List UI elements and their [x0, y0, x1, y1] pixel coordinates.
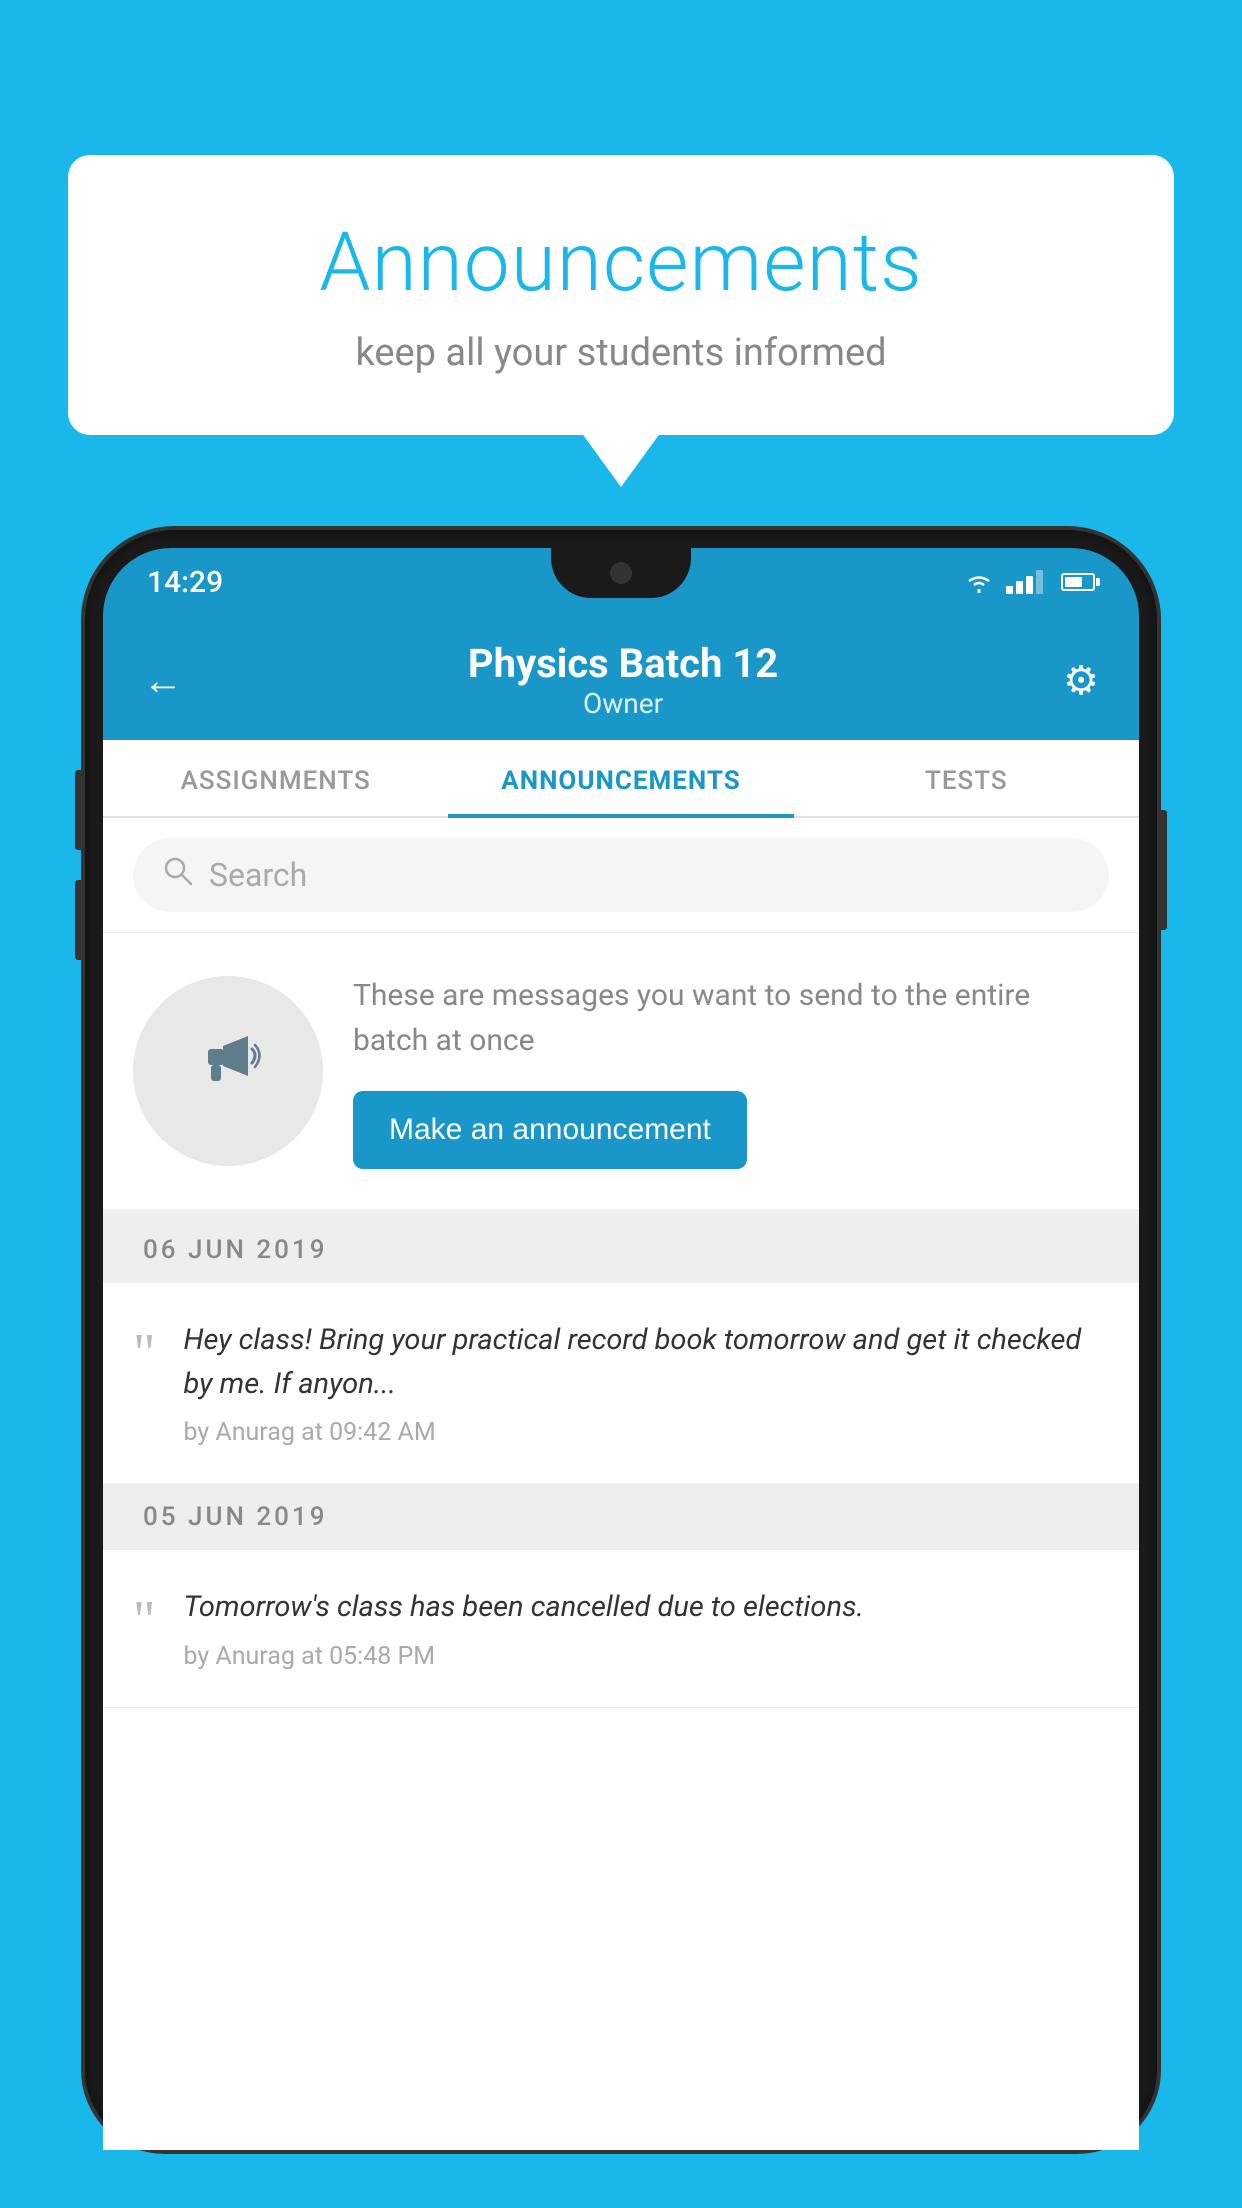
- signal-icon: [1006, 570, 1043, 594]
- header-title: Physics Batch 12: [468, 640, 778, 687]
- tabs-bar: ASSIGNMENTS ANNOUNCEMENTS TESTS: [103, 740, 1139, 818]
- app-header: ← Physics Batch 12 Owner ⚙: [103, 616, 1139, 740]
- message-content-1: Hey class! Bring your practical record b…: [183, 1319, 1109, 1447]
- battery-icon: [1061, 573, 1095, 591]
- quote-icon-1: ": [133, 1325, 155, 1380]
- announcement-right: These are messages you want to send to t…: [353, 973, 1109, 1169]
- camera-notch: [610, 562, 632, 584]
- settings-button[interactable]: ⚙: [1063, 657, 1099, 704]
- phone-mockup: 14:29: [85, 530, 1157, 2208]
- megaphone-circle: [133, 976, 323, 1166]
- make-announcement-button[interactable]: Make an announcement: [353, 1091, 747, 1169]
- tab-tests[interactable]: TESTS: [794, 740, 1139, 816]
- date-separator-1: 06 JUN 2019: [103, 1217, 1139, 1283]
- tab-assignments[interactable]: ASSIGNMENTS: [103, 740, 448, 816]
- header-subtitle: Owner: [468, 687, 778, 720]
- wifi-icon: [964, 571, 994, 593]
- tab-announcements[interactable]: ANNOUNCEMENTS: [448, 740, 793, 816]
- bubble-title: Announcements: [148, 215, 1094, 311]
- status-icons: [964, 570, 1095, 594]
- header-center: Physics Batch 12 Owner: [468, 640, 778, 720]
- status-time: 14:29: [147, 565, 223, 600]
- message-meta-1: by Anurag at 09:42 AM: [183, 1418, 1109, 1447]
- search-icon: [163, 856, 193, 894]
- announcement-description: These are messages you want to send to t…: [353, 973, 1109, 1063]
- status-bar: 14:29: [103, 548, 1139, 616]
- search-container: Search: [103, 818, 1139, 933]
- speech-bubble-area: Announcements keep all your students inf…: [68, 155, 1174, 435]
- volume-down-button: [75, 880, 83, 960]
- message-item-2[interactable]: " Tomorrow's class has been cancelled du…: [103, 1550, 1139, 1708]
- message-text-2: Tomorrow's class has been cancelled due …: [183, 1586, 1109, 1630]
- announcement-prompt: These are messages you want to send to t…: [103, 933, 1139, 1217]
- message-content-2: Tomorrow's class has been cancelled due …: [183, 1586, 1109, 1671]
- bubble-subtitle: keep all your students informed: [148, 331, 1094, 375]
- quote-icon-2: ": [133, 1592, 155, 1647]
- phone-outer: 14:29: [85, 530, 1157, 2150]
- search-input-wrap[interactable]: Search: [133, 838, 1109, 912]
- date-separator-2: 05 JUN 2019: [103, 1484, 1139, 1550]
- message-text-1: Hey class! Bring your practical record b…: [183, 1319, 1109, 1406]
- search-placeholder-text: Search: [209, 856, 307, 894]
- message-meta-2: by Anurag at 05:48 PM: [183, 1642, 1109, 1671]
- back-button[interactable]: ←: [143, 657, 183, 704]
- notch: [551, 548, 691, 598]
- phone-screen: ← Physics Batch 12 Owner ⚙ ASSIGNMENTS A…: [103, 616, 1139, 2150]
- megaphone-icon: [188, 1021, 268, 1121]
- power-button: [1159, 810, 1167, 930]
- message-item-1[interactable]: " Hey class! Bring your practical record…: [103, 1283, 1139, 1484]
- speech-bubble: Announcements keep all your students inf…: [68, 155, 1174, 435]
- volume-up-button: [75, 770, 83, 850]
